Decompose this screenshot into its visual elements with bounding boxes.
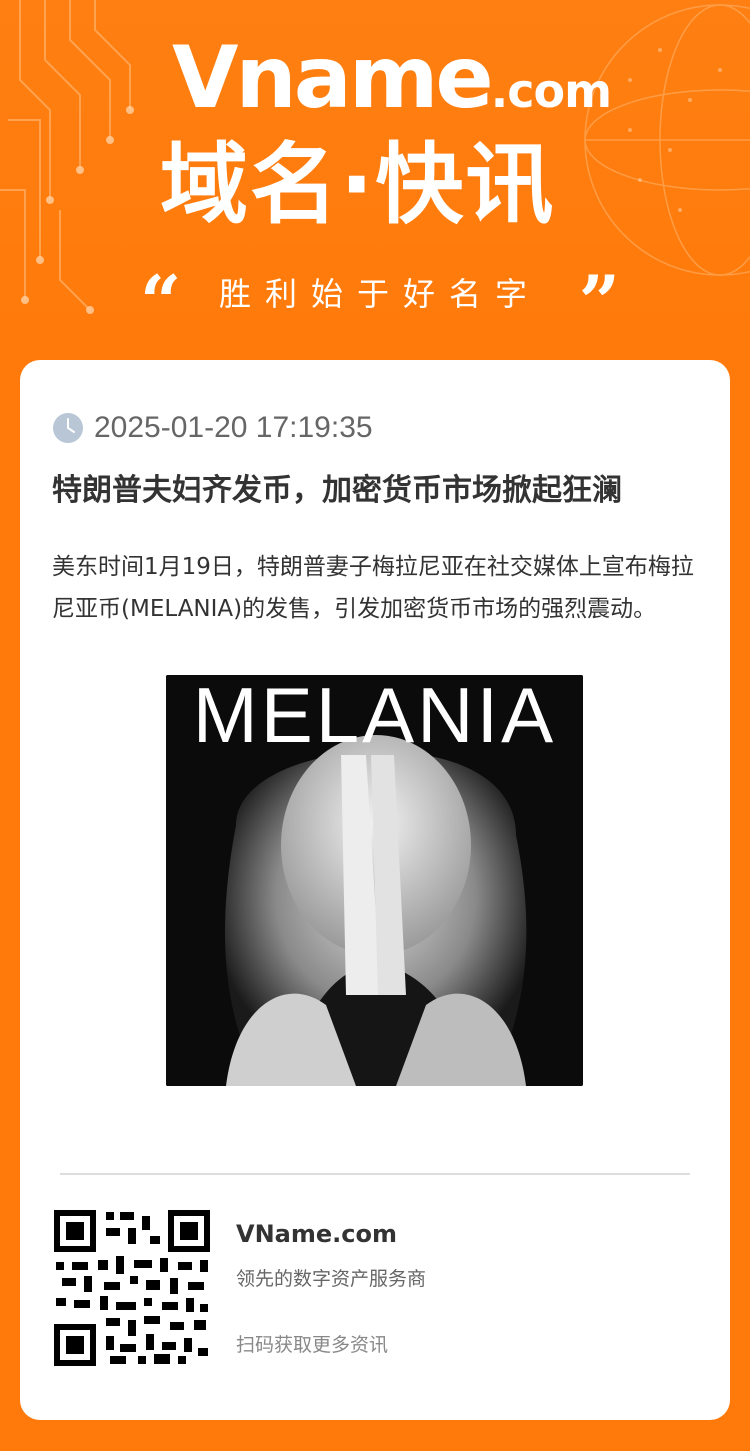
article-image: MELANIA <box>166 675 583 1086</box>
publish-datetime: 2025-01-20 17:19:35 <box>94 411 373 444</box>
qr-code-icon[interactable] <box>54 1210 210 1366</box>
footer-brand: VName.com <box>236 1220 397 1248</box>
footer-scan-hint: 扫码获取更多资讯 <box>236 1334 389 1356</box>
image-caption: MELANIA <box>192 675 557 759</box>
slogan-row: “ 胜利始于好名字 ” <box>140 262 620 338</box>
clock-icon <box>53 413 83 443</box>
open-quote-icon: “ <box>140 259 182 344</box>
page-headline: 域名·快讯 <box>160 133 556 236</box>
footer-divider <box>60 1173 690 1175</box>
date-row: 2025-01-20 17:19:35 <box>52 410 373 446</box>
vname-logo: Vname.com <box>172 28 612 128</box>
logo-wordmark: Vname <box>172 28 494 128</box>
close-quote-icon: ” <box>578 259 620 344</box>
logo-domain-suffix: .com <box>490 64 612 118</box>
article-card: 2025-01-20 17:19:35 特朗普夫妇齐发币，加密货币市场掀起狂澜 … <box>20 360 730 1420</box>
slogan-text: 胜利始于好名字 <box>218 275 541 313</box>
footer-tagline: 领先的数字资产服务商 <box>236 1268 427 1290</box>
article-title: 特朗普夫妇齐发币，加密货币市场掀起狂澜 <box>52 473 622 508</box>
header-banner: Vname.com 域名·快讯 “ 胜利始于好名字 ” <box>0 0 750 360</box>
article-body: 美东时间1月19日，特朗普妻子梅拉尼亚在社交媒体上宣布梅拉尼亚币(MELANIA… <box>52 554 694 622</box>
